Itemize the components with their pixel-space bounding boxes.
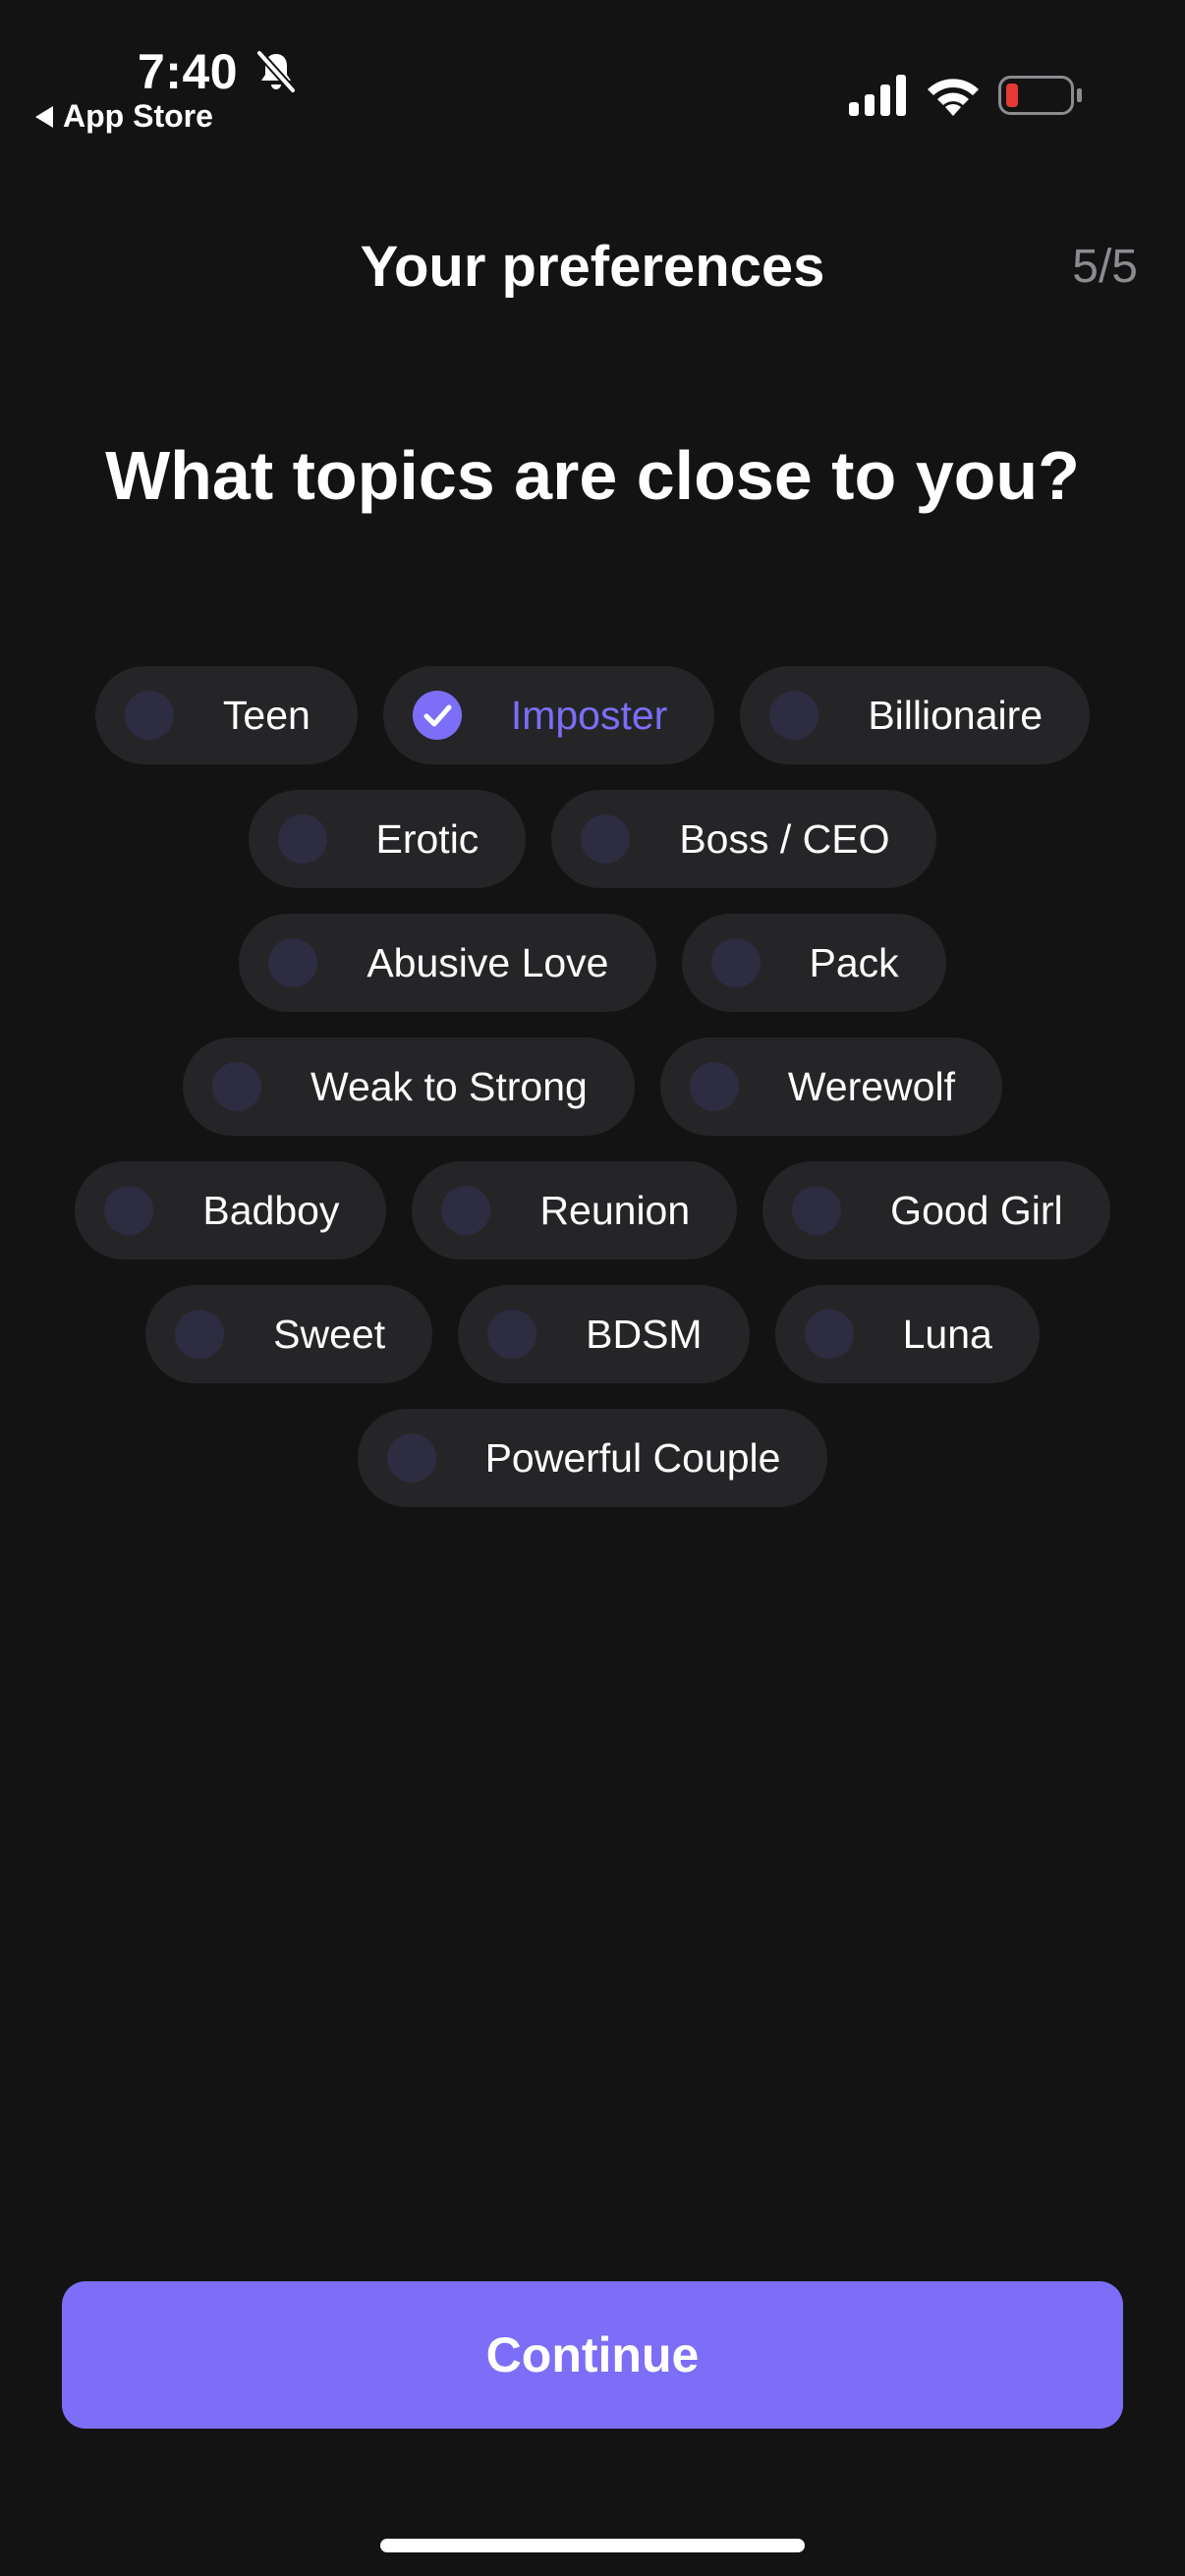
- topic-chips: Teen Imposter Billionaire Erotic Boss / CEO A…: [59, 666, 1126, 1533]
- topic-chip-bdsm[interactable]: BDSM: [458, 1285, 750, 1383]
- radio-circle-icon: [804, 1310, 854, 1359]
- radio-circle-icon: [441, 1186, 491, 1235]
- topic-chip-sweet[interactable]: Sweet: [145, 1285, 433, 1383]
- chip-row: Weak to Strong Werewolf: [59, 1037, 1126, 1136]
- topic-chip-abusive-love[interactable]: Abusive Love: [239, 914, 656, 1012]
- radio-circle-icon: [104, 1186, 154, 1235]
- topic-chip-label: Werewolf: [787, 1063, 955, 1109]
- cellular-signal-icon: [849, 75, 908, 116]
- topic-chip-label: Boss / CEO: [679, 815, 890, 862]
- topic-chip-boss-ceo[interactable]: Boss / CEO: [551, 790, 937, 888]
- back-to-app-store[interactable]: App Store: [35, 98, 213, 135]
- status-bar: 7:40 App Store: [0, 0, 1185, 157]
- topic-chip-good-girl[interactable]: Good Girl: [762, 1161, 1110, 1260]
- topic-chip-billionaire[interactable]: Billionaire: [740, 666, 1091, 764]
- radio-circle-icon: [710, 938, 761, 987]
- topic-chip-label: Teen: [222, 692, 310, 738]
- topic-chip-label: Imposter: [510, 692, 668, 738]
- radio-circle-icon: [175, 1310, 225, 1359]
- chip-row: Erotic Boss / CEO: [59, 790, 1126, 888]
- battery-low-icon: [998, 76, 1083, 115]
- topic-chip-powerful-couple[interactable]: Powerful Couple: [357, 1409, 828, 1507]
- topic-chip-label: Abusive Love: [367, 939, 609, 985]
- topic-chip-label: Luna: [902, 1311, 992, 1357]
- topic-chip-label: Billionaire: [868, 692, 1044, 738]
- topic-chip-teen[interactable]: Teen: [94, 666, 358, 764]
- question-heading: What topics are close to you?: [105, 437, 1080, 514]
- topic-chip-label: Reunion: [539, 1187, 691, 1233]
- radio-circle-icon: [212, 1062, 261, 1111]
- topic-chip-imposter[interactable]: Imposter: [382, 666, 715, 764]
- wifi-icon: [924, 73, 983, 116]
- continue-button[interactable]: Continue: [62, 2281, 1123, 2429]
- chip-row: Sweet BDSM Luna: [59, 1285, 1126, 1383]
- topic-chip-label: Good Girl: [890, 1187, 1063, 1233]
- radio-circle-icon: [689, 1062, 739, 1111]
- radio-circle-icon: [277, 814, 327, 864]
- topic-chip-erotic[interactable]: Erotic: [248, 790, 527, 888]
- radio-circle-icon: [792, 1186, 842, 1235]
- topic-chip-label: Sweet: [273, 1311, 386, 1357]
- radio-circle-icon: [487, 1310, 537, 1359]
- radio-circle-icon: [581, 814, 631, 864]
- topic-chip-label: Badboy: [202, 1187, 340, 1233]
- topic-chip-label: Erotic: [375, 815, 480, 862]
- topic-chip-label: Pack: [809, 939, 899, 985]
- radio-circle-icon: [124, 691, 174, 740]
- topic-chip-label: Powerful Couple: [484, 1434, 781, 1481]
- back-label: App Store: [63, 98, 213, 134]
- topic-chip-werewolf[interactable]: Werewolf: [659, 1037, 1002, 1136]
- radio-circle-icon: [268, 938, 318, 987]
- back-triangle-icon: [35, 105, 53, 128]
- chip-row: Powerful Couple: [59, 1409, 1126, 1507]
- radio-circle-icon: [769, 691, 819, 740]
- chip-row: Abusive Love Pack: [59, 914, 1126, 1012]
- chip-row: Badboy Reunion Good Girl: [59, 1161, 1126, 1260]
- topic-chip-pack[interactable]: Pack: [681, 914, 946, 1012]
- topic-chip-label: Weak to Strong: [310, 1063, 588, 1109]
- chip-row: Teen Imposter Billionaire: [59, 666, 1126, 764]
- status-time: 7:40: [138, 44, 239, 99]
- home-indicator: [380, 2539, 805, 2552]
- radio-circle-icon: [386, 1433, 436, 1483]
- checkmark-icon: [412, 691, 462, 740]
- topic-chip-label: BDSM: [586, 1311, 703, 1357]
- step-indicator: 5/5: [1072, 241, 1138, 293]
- topic-chip-weak-to-strong[interactable]: Weak to Strong: [183, 1037, 635, 1136]
- topic-chip-luna[interactable]: Luna: [774, 1285, 1040, 1383]
- page-title: Your preferences: [360, 235, 825, 299]
- topic-chip-reunion[interactable]: Reunion: [412, 1161, 738, 1260]
- topic-chip-badboy[interactable]: Badboy: [75, 1161, 387, 1260]
- bell-slash-icon: [254, 49, 299, 94]
